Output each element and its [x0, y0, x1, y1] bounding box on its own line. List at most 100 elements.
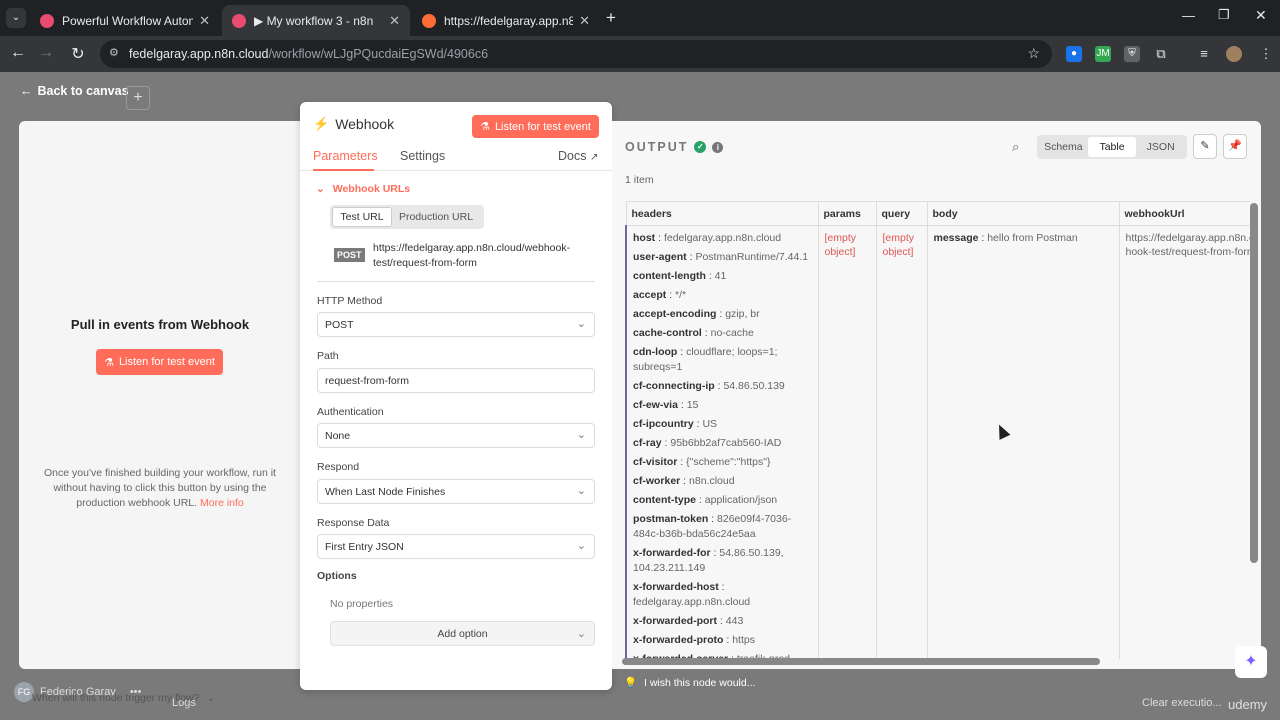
close-icon[interactable]: ✕	[199, 13, 210, 29]
body-value: hello from Postman	[987, 232, 1078, 244]
header-entry: postman-token : 826e09f4-7036-484c-b36b-…	[633, 513, 792, 540]
browser-tab[interactable]: Powerful Workflow Automation ✕	[30, 5, 220, 36]
header-key: accept	[633, 289, 667, 301]
docs-link[interactable]: Docs ↗	[558, 149, 598, 163]
header-key: cf-ipcountry	[633, 418, 694, 430]
puzzle-extensions-icon[interactable]: ⧉	[1153, 46, 1169, 62]
site-info-icon[interactable]: ⚙	[109, 46, 119, 59]
column-header: params	[817, 201, 877, 226]
header-value: 95b6bb2af7cab560-IAD	[670, 437, 782, 449]
production-url-option[interactable]: Production URL	[392, 207, 480, 227]
chevron-down-icon: ⌄	[576, 540, 586, 552]
chevron-down-icon: ⌄	[206, 692, 216, 704]
arrow-left-icon: ←	[20, 84, 33, 98]
search-icon[interactable]: ⌕	[1012, 139, 1019, 155]
http-method-select[interactable]: POST ⌄	[317, 312, 595, 337]
url-type-toggle: Test URL Production URL	[330, 205, 484, 229]
info-icon[interactable]: i	[712, 141, 724, 153]
forward-arrow-icon[interactable]: →	[36, 44, 56, 62]
webhook-urls-toggle[interactable]: ⌄ Webhook URLs	[316, 183, 410, 195]
edit-output-button[interactable]: ✎	[1193, 134, 1217, 159]
output-panel: OUTPUT ✓ i ⌕ Schema Table JSON ✎ 📌 1 ite…	[612, 121, 1261, 669]
media-control-icon[interactable]: ≡	[1196, 46, 1212, 62]
n8n-page: ← Back to canvas + FG Federico Garay •••…	[0, 72, 1280, 720]
tab-search-button[interactable]: ⌄	[6, 8, 26, 28]
pin-data-button[interactable]: 📌	[1223, 134, 1247, 159]
divider	[317, 281, 595, 282]
body-cell: message : hello from Postman	[926, 225, 1120, 659]
url-path: /workflow/wLJgPQucdaiEgSWd/4906c6	[268, 47, 489, 61]
header-key: cf-connecting-ip	[633, 380, 715, 392]
add-option-button[interactable]: Add option ⌄	[330, 621, 595, 646]
profile-avatar-icon[interactable]	[1226, 46, 1242, 62]
flask-icon: ⚗	[104, 356, 114, 369]
test-url-option[interactable]: Test URL	[332, 207, 392, 227]
back-arrow-icon[interactable]: ←	[8, 44, 28, 62]
close-icon[interactable]: ✕	[579, 13, 590, 29]
no-properties-text: No properties	[330, 598, 394, 610]
vertical-scrollbar[interactable]	[1250, 203, 1258, 563]
trigger-question-toggle[interactable]: When will this node trigger my flow? ⌄	[32, 692, 215, 704]
udemy-watermark: udemy	[1228, 697, 1268, 712]
header-entry: x-forwarded-proto : https	[633, 634, 755, 646]
extension-icon[interactable]: ●	[1066, 46, 1082, 62]
ai-assistant-button[interactable]: ✦	[1235, 646, 1267, 678]
webhook-url[interactable]: https://fedelgaray.app.n8n.cloud/webhook…	[373, 241, 597, 271]
shield-extension-icon[interactable]: ⛨	[1124, 46, 1140, 62]
tab-parameters[interactable]: Parameters	[313, 149, 378, 163]
maximize-icon[interactable]: ❐	[1218, 7, 1230, 23]
path-input[interactable]: request-from-form	[317, 368, 595, 393]
header-key: content-type	[633, 494, 696, 506]
node-name[interactable]: Webhook	[335, 116, 394, 132]
n8n-favicon-icon	[40, 13, 54, 28]
reload-icon[interactable]: ↻	[68, 44, 88, 64]
active-tab-indicator	[313, 169, 374, 171]
more-info-link[interactable]: More info	[200, 497, 244, 509]
view-table[interactable]: Table	[1087, 137, 1137, 157]
new-tab-button[interactable]: +	[606, 8, 616, 28]
listen-for-test-event-button[interactable]: ⚗ Listen for test event	[96, 349, 223, 375]
minimize-icon[interactable]: —	[1182, 8, 1195, 23]
method-badge: POST	[334, 248, 365, 262]
view-json[interactable]: JSON	[1136, 137, 1185, 157]
header-key: x-forwarded-proto	[633, 634, 724, 646]
tab-settings[interactable]: Settings	[400, 149, 445, 163]
browser-tab-active[interactable]: ▶ My workflow 3 - n8n ✕	[222, 5, 410, 36]
chrome-menu-icon[interactable]: ⋮	[1258, 46, 1274, 62]
address-bar[interactable]: ⚙ fedelgaray.app.n8n.cloud/workflow/wLJg…	[100, 40, 1052, 68]
back-to-canvas-button[interactable]: ← Back to canvas	[20, 84, 129, 98]
flask-icon: ⚗	[480, 121, 490, 133]
http-method-value: POST	[325, 318, 354, 331]
close-icon[interactable]: ✕	[389, 13, 400, 29]
authentication-select[interactable]: None ⌄	[317, 423, 595, 448]
listen-for-test-event-button[interactable]: ⚗ Listen for test event	[472, 115, 599, 138]
options-label: Options	[317, 570, 357, 582]
add-node-button[interactable]: +	[126, 86, 150, 110]
extension-jm-icon[interactable]: JM	[1095, 46, 1111, 62]
column-header: headers	[625, 201, 819, 226]
input-panel: Pull in events from Webhook ⚗ Listen for…	[19, 121, 301, 704]
header-key: accept-encoding	[633, 308, 717, 320]
browser-tab[interactable]: https://fedelgaray.app.n8n.cloud ✕	[412, 5, 600, 36]
success-check-icon: ✓	[694, 141, 707, 153]
header-value: https	[732, 634, 755, 646]
item-count: 1 item	[625, 174, 654, 186]
view-schema[interactable]: Schema	[1039, 137, 1088, 157]
column-header: body	[926, 201, 1120, 226]
query-cell: [empty object]	[875, 225, 928, 659]
bookmark-star-icon[interactable]: ☆	[1027, 45, 1040, 62]
respond-value: When Last Node Finishes	[325, 485, 446, 498]
header-key: cf-ew-via	[633, 399, 678, 411]
horizontal-scrollbar[interactable]	[622, 658, 1100, 665]
header-entry: x-forwarded-for : 54.86.50.139, 104.23.2…	[633, 547, 784, 574]
header-entry: cdn-loop : cloudflare; loops=1; subreqs=…	[633, 346, 778, 373]
response-data-select[interactable]: First Entry JSON ⌄	[317, 534, 595, 559]
header-value: fedelgaray.app.n8n.cloud	[633, 596, 751, 608]
close-window-icon[interactable]: ✕	[1255, 7, 1267, 24]
feedback-link[interactable]: 💡 I wish this node would...	[624, 676, 755, 689]
header-value: US	[702, 418, 718, 430]
respond-select[interactable]: When Last Node Finishes ⌄	[317, 479, 595, 504]
clear-execution-button[interactable]: Clear executio...	[1142, 697, 1221, 709]
input-panel-title: Pull in events from Webhook	[70, 317, 250, 332]
browser-toolbar: ← → ↻ ⚙ fedelgaray.app.n8n.cloud/workflo…	[0, 36, 1280, 72]
